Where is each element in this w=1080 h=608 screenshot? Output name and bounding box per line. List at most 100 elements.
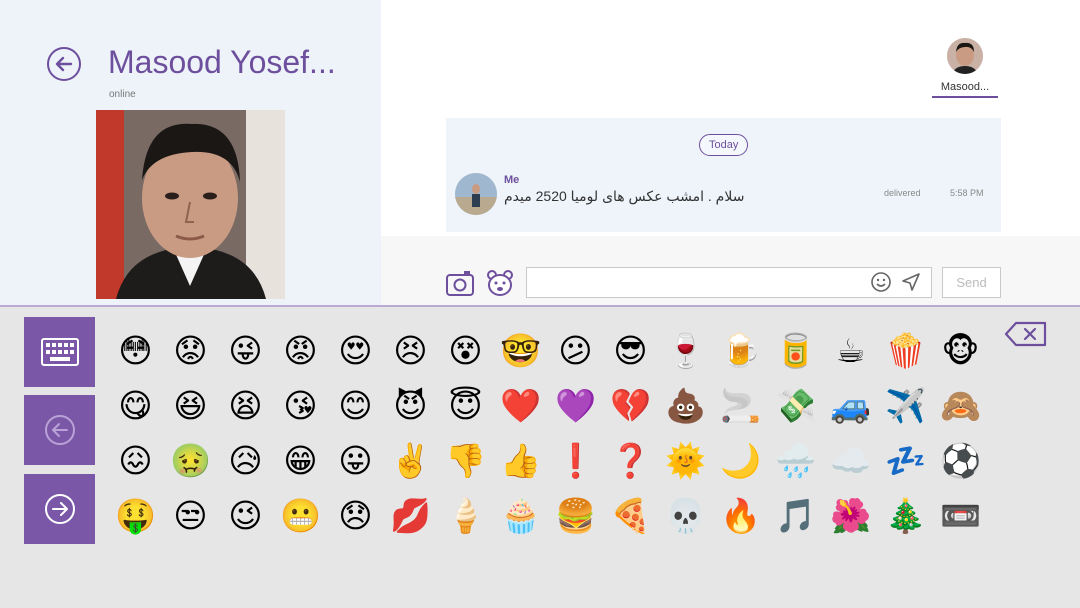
emoji-key[interactable]: 🍿 [878, 323, 933, 378]
emoji-key[interactable]: 😣 [383, 323, 438, 378]
emoji-key[interactable]: 🚙 [823, 378, 878, 433]
emoji-key[interactable]: 🌙 [713, 433, 768, 488]
sticker-button[interactable] [485, 268, 515, 298]
emoji-key[interactable]: ☁️ [823, 433, 878, 488]
message-list: Today Me سلام . امشب عکس های لومیا 2520 … [446, 118, 1001, 232]
emoji-key[interactable]: 😎 [603, 323, 658, 378]
arrow-left-icon [44, 415, 75, 445]
emoji-key[interactable]: 🎵 [768, 488, 823, 543]
emoji-key[interactable]: 😋 [108, 378, 163, 433]
location-arrow-icon [902, 273, 920, 291]
emoji-key[interactable]: 😵 [438, 323, 493, 378]
emoji-key[interactable]: 🔥 [713, 488, 768, 543]
emoji-key[interactable]: 🙈 [933, 378, 988, 433]
emoji-key[interactable]: 💔 [603, 378, 658, 433]
location-button[interactable] [901, 272, 921, 292]
bear-icon [487, 270, 513, 296]
emoji-key[interactable]: 😒 [163, 488, 218, 543]
emoji-key[interactable]: 🧁 [493, 488, 548, 543]
emoji-key[interactable]: 👍 [493, 433, 548, 488]
emoji-key[interactable]: 🤢 [163, 433, 218, 488]
arrow-right-icon [44, 494, 75, 524]
emoji-key[interactable]: 🍦 [438, 488, 493, 543]
emoji-key[interactable]: 😥 [218, 433, 273, 488]
emoji-key[interactable]: 🍷 [658, 323, 713, 378]
back-button[interactable] [47, 47, 81, 81]
message-time: 5:58 PM [950, 188, 984, 198]
emoji-keyboard: 😳 😟 😜 😡 😍 😣 😵 🤓 😕 😎 🍷 🍺 🥫 ☕ 🍿 🐵 😋 😆 😫 😘 😊 😈 😇 ❤️ 💜 💔 💩 🚬 💸 🚙 ✈️ 🙈 😖 🤢 😥 😁 😛 ✌… [0, 305, 1080, 608]
emoji-key[interactable]: 😊 [328, 378, 383, 433]
emoji-key[interactable]: 😈 [383, 378, 438, 433]
contact-name: Masood Yosef... [108, 44, 336, 80]
emoji-key[interactable]: 💤 [878, 433, 933, 488]
emoji-key[interactable]: 😬 [273, 488, 328, 543]
keyboard-icon [40, 338, 79, 366]
emoji-key[interactable]: 🤑 [108, 488, 163, 543]
backspace-icon [1004, 321, 1047, 347]
emoji-key[interactable]: 🎄 [878, 488, 933, 543]
emoji-key[interactable]: 📼 [933, 488, 988, 543]
emoji-key[interactable]: 💀 [658, 488, 713, 543]
emoji-key[interactable]: ❓ [603, 433, 658, 488]
emoji-key[interactable]: 🌺 [823, 488, 878, 543]
emoji-key[interactable]: 🚬 [713, 378, 768, 433]
emoji-key[interactable]: 😳 [108, 323, 163, 378]
smiley-icon [871, 272, 891, 292]
contact-status: online [109, 89, 136, 100]
emoji-key[interactable]: 🥫 [768, 323, 823, 378]
emoji-key[interactable]: 😫 [218, 378, 273, 433]
emoji-key[interactable]: 😖 [108, 433, 163, 488]
participant-name: Masood... [940, 81, 990, 93]
emoji-key[interactable]: 😡 [273, 323, 328, 378]
emoji-key[interactable]: 😁 [273, 433, 328, 488]
arrow-left-icon [55, 56, 73, 72]
participant-item[interactable]: Masood... [932, 38, 998, 98]
selected-indicator [932, 96, 998, 98]
emoji-key[interactable]: ☕ [823, 323, 878, 378]
emoji-key[interactable]: 😞 [328, 488, 383, 543]
emoji-key[interactable]: 🤓 [493, 323, 548, 378]
backspace-button[interactable] [1004, 320, 1048, 348]
emoji-key[interactable]: 😛 [328, 433, 383, 488]
contact-panel: Masood Yosef... online [0, 0, 381, 305]
emoji-key[interactable]: 😟 [163, 323, 218, 378]
keyboard-button[interactable] [24, 317, 95, 387]
emoji-key[interactable]: ⚽ [933, 433, 988, 488]
emoji-key[interactable]: 🍺 [713, 323, 768, 378]
emoji-key[interactable]: 🐵 [933, 323, 988, 378]
avatar [455, 173, 497, 215]
emoji-key[interactable]: 😆 [163, 378, 218, 433]
emoji-key[interactable]: ❗ [548, 433, 603, 488]
emoji-button[interactable] [870, 271, 892, 293]
camera-button[interactable] [445, 268, 475, 298]
emoji-key[interactable]: 😉 [218, 488, 273, 543]
emoji-key[interactable]: 😘 [273, 378, 328, 433]
emoji-key[interactable]: 🌞 [658, 433, 713, 488]
emoji-key[interactable]: 😜 [218, 323, 273, 378]
date-badge: Today [699, 134, 749, 156]
emoji-key[interactable]: 😇 [438, 378, 493, 433]
emoji-key[interactable]: 💋 [383, 488, 438, 543]
emoji-key[interactable]: ❤️ [493, 378, 548, 433]
message-status: delivered [884, 188, 921, 198]
emoji-key[interactable]: 👎 [438, 433, 493, 488]
contact-photo [96, 110, 285, 299]
emoji-key[interactable]: 💩 [658, 378, 713, 433]
avatar [947, 38, 983, 74]
send-button[interactable]: Send [942, 267, 1001, 298]
emoji-key[interactable]: 🌧️ [768, 433, 823, 488]
next-page-button[interactable] [24, 474, 95, 544]
emoji-key[interactable]: 🍕 [603, 488, 658, 543]
message-text: سلام . امشب عکس های لومیا 2520 میدم [504, 188, 745, 204]
emoji-key[interactable]: 🍔 [548, 488, 603, 543]
previous-page-button[interactable] [24, 395, 95, 465]
emoji-key[interactable]: 😍 [328, 323, 383, 378]
emoji-key[interactable]: 💸 [768, 378, 823, 433]
emoji-key[interactable]: 💜 [548, 378, 603, 433]
emoji-grid: 😳 😟 😜 😡 😍 😣 😵 🤓 😕 😎 🍷 🍺 🥫 ☕ 🍿 🐵 😋 😆 😫 😘 😊 😈 😇 ❤️ 💜 💔 💩 🚬 💸 🚙 ✈️ 🙈 😖 🤢 😥 😁 😛 ✌… [108, 323, 988, 553]
camera-icon [446, 271, 474, 296]
emoji-key[interactable]: ✌️ [383, 433, 438, 488]
emoji-key[interactable]: ✈️ [878, 378, 933, 433]
emoji-key[interactable]: 😕 [548, 323, 603, 378]
message-sender: Me [504, 174, 520, 186]
